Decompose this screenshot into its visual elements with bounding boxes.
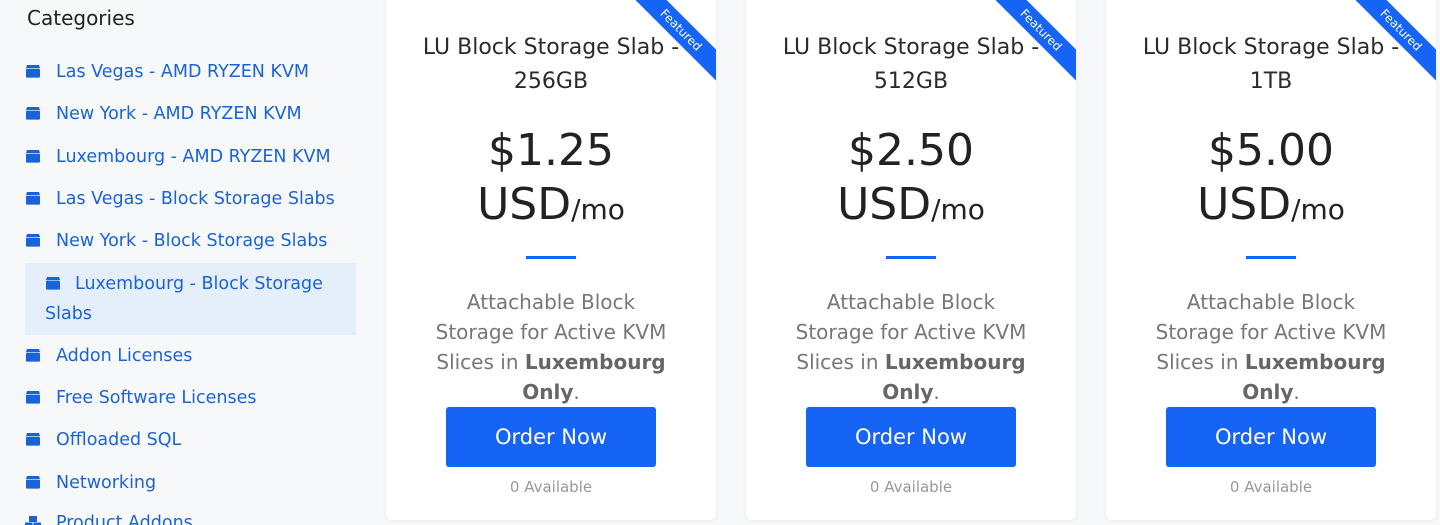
sidebar-item-free-software-licenses[interactable]: Free Software Licenses — [25, 383, 356, 413]
availability-text: 0 Available — [869, 478, 953, 496]
sidebar-item-label: Luxembourg - Block Storage Slabs — [45, 274, 323, 324]
categories-sidebar: Categories Las Vegas - AMD RYZEN KVM New… — [0, 0, 375, 525]
cubes-icon — [25, 509, 41, 525]
box-icon — [25, 426, 41, 446]
divider — [886, 256, 936, 259]
box-icon — [25, 384, 41, 404]
box-icon — [25, 469, 41, 489]
sidebar-item-las-vegas-block-storage[interactable]: Las Vegas - Block Storage Slabs — [25, 184, 356, 214]
description-end: . — [933, 380, 940, 404]
sidebar-item-addon-licenses[interactable]: Addon Licenses — [25, 341, 356, 371]
sidebar-item-luxembourg-amd-ryzen-kvm[interactable]: Luxembourg - AMD RYZEN KVM — [25, 142, 356, 172]
product-price: $2.50 USD/mo — [746, 124, 1076, 237]
order-now-button[interactable]: Order Now — [806, 407, 1016, 467]
sidebar-title: Categories — [27, 6, 135, 30]
sidebar-item-label: Luxembourg - AMD RYZEN KVM — [56, 147, 331, 167]
box-icon — [25, 342, 41, 362]
box-icon — [45, 270, 61, 290]
sidebar-item-label: Las Vegas - Block Storage Slabs — [56, 189, 335, 209]
sidebar-item-networking[interactable]: Networking — [25, 468, 356, 498]
description-bold: Luxembourg Only — [1242, 350, 1386, 404]
sidebar-item-las-vegas-amd-ryzen-kvm[interactable]: Las Vegas - AMD RYZEN KVM — [25, 57, 356, 87]
box-icon — [25, 185, 41, 205]
sidebar-item-label: Free Software Licenses — [56, 388, 257, 408]
product-title: LU Block Storage Slab - 1TB — [1142, 35, 1400, 94]
product-price: $1.25 USD/mo — [386, 124, 716, 237]
product-title: LU Block Storage Slab - 256GB — [422, 35, 680, 94]
price-period: /mo — [1291, 193, 1345, 226]
order-now-button[interactable]: Order Now — [1166, 407, 1376, 467]
description-bold: Luxembourg Only — [522, 350, 666, 404]
sidebar-item-label: New York - AMD RYZEN KVM — [56, 104, 302, 124]
product-card: Featured LU Block Storage Slab - 1TB $5.… — [1106, 0, 1436, 520]
box-icon — [25, 227, 41, 247]
divider — [1246, 256, 1296, 259]
product-card: Featured LU Block Storage Slab - 512GB $… — [746, 0, 1076, 520]
divider — [526, 256, 576, 259]
sidebar-item-label: Product Addons — [56, 513, 193, 525]
sidebar-item-label: Las Vegas - AMD RYZEN KVM — [56, 62, 310, 82]
sidebar-item-label: New York - Block Storage Slabs — [56, 231, 328, 251]
availability-text: 0 Available — [1229, 478, 1313, 496]
box-icon — [25, 100, 41, 120]
price-period: /mo — [931, 193, 985, 226]
order-now-button[interactable]: Order Now — [446, 407, 656, 467]
sidebar-item-new-york-amd-ryzen-kvm[interactable]: New York - AMD RYZEN KVM — [25, 99, 356, 129]
product-price: $5.00 USD/mo — [1106, 124, 1436, 237]
box-icon — [25, 143, 41, 163]
product-description: Attachable Block Storage for Active KVM … — [386, 287, 716, 407]
availability-text: 0 Available — [509, 478, 593, 496]
sidebar-item-new-york-block-storage[interactable]: New York - Block Storage Slabs — [25, 226, 356, 256]
sidebar-item-offloaded-sql[interactable]: Offloaded SQL — [25, 425, 356, 455]
product-card: Featured LU Block Storage Slab - 256GB $… — [386, 0, 716, 520]
description-end: . — [1293, 380, 1300, 404]
sidebar-item-label: Networking — [56, 473, 157, 493]
sidebar-item-label: Addon Licenses — [56, 346, 193, 366]
product-description: Attachable Block Storage for Active KVM … — [1106, 287, 1436, 407]
sidebar-item-luxembourg-block-storage[interactable]: Luxembourg - Block Storage Slabs — [25, 263, 356, 335]
product-title: LU Block Storage Slab - 512GB — [782, 35, 1040, 94]
product-description: Attachable Block Storage for Active KVM … — [746, 287, 1076, 407]
description-end: . — [573, 380, 580, 404]
price-period: /mo — [571, 193, 625, 226]
box-icon — [25, 58, 41, 78]
sidebar-item-product-addons[interactable]: Product Addons — [25, 508, 356, 525]
description-bold: Luxembourg Only — [882, 350, 1026, 404]
sidebar-item-label: Offloaded SQL — [56, 430, 182, 450]
